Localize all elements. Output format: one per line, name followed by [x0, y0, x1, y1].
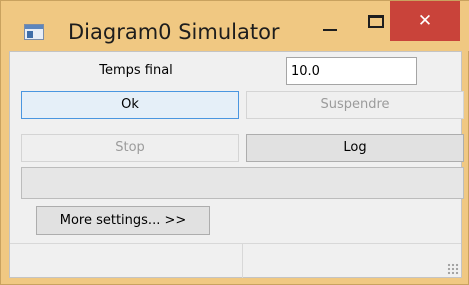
app-icon-pane — [27, 31, 33, 38]
ok-button[interactable]: Ok — [21, 91, 239, 119]
maximize-icon — [368, 15, 384, 28]
suspend-button[interactable]: Suspendre — [246, 91, 464, 119]
status-pane-right — [244, 244, 444, 278]
status-pane-left — [10, 244, 243, 278]
stop-button[interactable]: Stop — [21, 134, 239, 162]
resize-grip-icon[interactable] — [447, 263, 459, 275]
status-bar — [10, 243, 461, 278]
final-time-input[interactable] — [286, 57, 417, 85]
client-area: Temps final Ok Suspendre Stop Log More s… — [9, 51, 464, 278]
close-button[interactable]: ✕ — [390, 1, 460, 41]
simulation-progress-bar — [21, 167, 464, 199]
log-button[interactable]: Log — [246, 134, 464, 162]
title-bar[interactable]: Diagram0 Simulator ✕ — [1, 1, 469, 51]
simulator-window: Diagram0 Simulator ✕ Temps final Ok Susp… — [0, 0, 469, 285]
close-icon: ✕ — [417, 11, 433, 31]
window-title: Diagram0 Simulator — [68, 20, 280, 44]
minimize-icon — [323, 28, 337, 31]
minimize-button[interactable] — [307, 1, 353, 36]
app-window-icon[interactable] — [24, 24, 44, 40]
final-time-label: Temps final — [99, 63, 173, 78]
app-icon-band — [25, 25, 43, 29]
more-settings-button[interactable]: More settings... >> — [36, 206, 210, 235]
